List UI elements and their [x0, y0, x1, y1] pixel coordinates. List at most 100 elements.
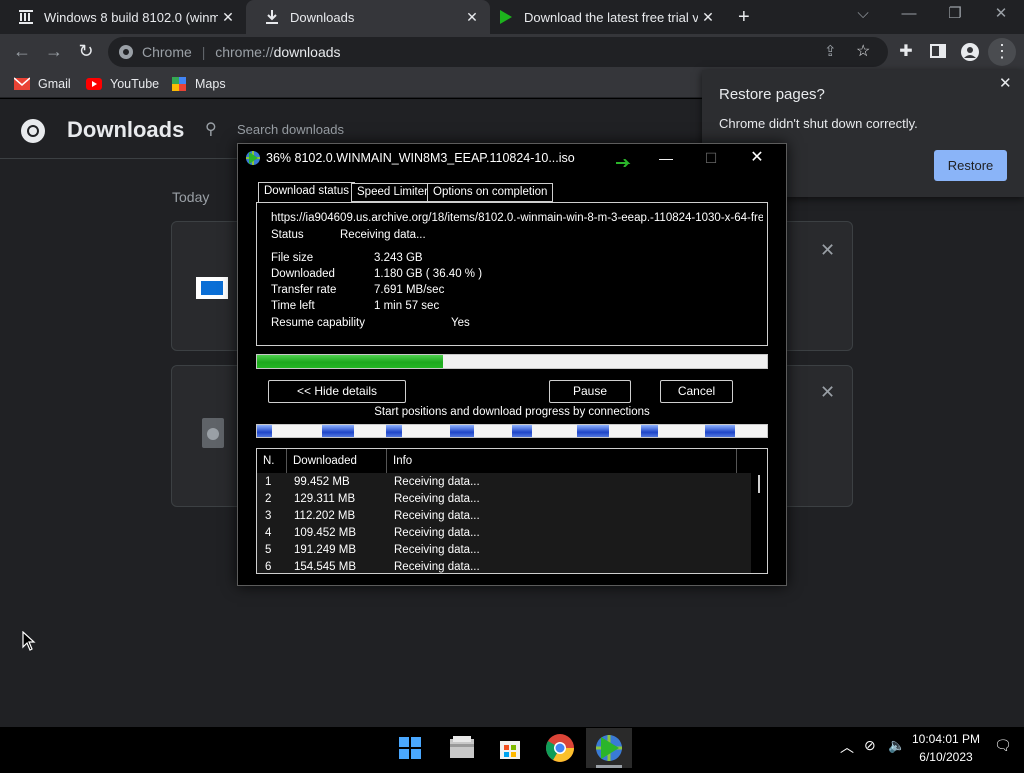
- vertical-scrollbar[interactable]: [751, 473, 767, 573]
- menu-icon[interactable]: ⋮: [988, 38, 1016, 66]
- progress-fill: [257, 355, 443, 368]
- cell-n: 4: [265, 527, 272, 539]
- close-icon[interactable]: ✕: [218, 9, 238, 26]
- file-explorer-icon[interactable]: [446, 732, 478, 764]
- remove-icon[interactable]: ✕: [820, 240, 835, 261]
- restore-button[interactable]: Restore: [934, 150, 1007, 181]
- cell-downloaded: 191.249 MB: [294, 544, 357, 556]
- tab-idm[interactable]: Download the latest free trial ver ✕: [480, 0, 726, 34]
- tab-archive[interactable]: Windows 8 build 8102.0 (winmain ✕: [0, 0, 246, 34]
- table-row[interactable]: 1 99.452 MB Receiving data...: [257, 474, 751, 491]
- clock-date[interactable]: 6/10/2023: [906, 750, 986, 764]
- cell-n: 6: [265, 561, 272, 573]
- cell-info: Receiving data...: [394, 493, 480, 505]
- resume-value: Yes: [451, 317, 470, 329]
- cell-downloaded: 154.545 MB: [294, 561, 357, 573]
- separator: |: [201, 44, 206, 60]
- table-row[interactable]: 5 191.249 MB Receiving data...: [257, 542, 751, 559]
- idm-icon: [498, 9, 514, 25]
- file-size-label: File size: [271, 252, 314, 264]
- column-header-downloaded[interactable]: Downloaded: [287, 449, 387, 473]
- network-icon[interactable]: ⊘: [864, 737, 876, 754]
- file-size-value: 3.243 GB: [374, 252, 423, 264]
- profile-icon[interactable]: [956, 38, 984, 66]
- close-icon[interactable]: ✕: [734, 144, 780, 173]
- connections-label: Start positions and download progress by…: [374, 406, 650, 418]
- connection-segment: [641, 425, 658, 437]
- download-progress-bar: [256, 354, 768, 369]
- bookmark-label: Maps: [195, 77, 226, 91]
- bookmark-star-icon[interactable]: ☆: [856, 41, 870, 61]
- side-panel-icon[interactable]: [924, 38, 952, 66]
- clock-time[interactable]: 10:04:01 PM: [906, 732, 986, 746]
- dialog-titlebar[interactable]: 36% 8102.0.WINMAIN_WIN8M3_EEAP.110824-10…: [238, 144, 786, 173]
- search-placeholder: Search downloads: [237, 122, 344, 137]
- volume-icon[interactable]: 🔈: [888, 737, 905, 754]
- table-row[interactable]: 6 154.545 MB Receiving data...: [257, 559, 751, 573]
- connection-segment: [450, 425, 474, 437]
- forward-icon[interactable]: →: [40, 38, 68, 66]
- bookmark-maps[interactable]: Maps: [171, 75, 226, 93]
- chrome-taskbar-icon[interactable]: [544, 732, 576, 764]
- extensions-icon[interactable]: ✚: [892, 38, 920, 66]
- minimize-icon[interactable]: —: [643, 144, 689, 173]
- scheme-label: Chrome: [142, 44, 192, 60]
- cell-downloaded: 99.452 MB: [294, 476, 350, 488]
- downloaded-value: 1.180 GB ( 36.40 % ): [374, 268, 483, 280]
- address-bar[interactable]: Chrome | chrome://downloads ⇪ ☆: [108, 37, 888, 67]
- bubble-message: Chrome didn't shut down correctly.: [719, 116, 918, 131]
- notifications-icon[interactable]: 🗨: [994, 737, 1012, 754]
- table-row[interactable]: 2 129.311 MB Receiving data...: [257, 491, 751, 508]
- column-header-info[interactable]: Info: [387, 449, 737, 473]
- table-row[interactable]: 4 109.452 MB Receiving data...: [257, 525, 751, 542]
- close-icon[interactable]: ✕: [698, 9, 718, 26]
- close-icon[interactable]: ✕: [999, 74, 1012, 92]
- cell-n: 2: [265, 493, 272, 505]
- url-text: Chrome | chrome://downloads: [142, 44, 341, 60]
- start-windows-icon[interactable]: [394, 732, 426, 764]
- search-icon: ⚲: [205, 121, 217, 138]
- idm-taskbar-icon[interactable]: [586, 728, 632, 768]
- download-icon: [264, 9, 280, 25]
- transfer-rate-label: Transfer rate: [271, 284, 337, 296]
- table-row[interactable]: 3 112.202 MB Receiving data...: [257, 508, 751, 525]
- cancel-button[interactable]: Cancel: [660, 380, 733, 403]
- url-host: downloads: [273, 44, 341, 60]
- idm-download-dialog: 36% 8102.0.WINMAIN_WIN8M3_EEAP.110824-10…: [237, 143, 787, 586]
- tab-downloads[interactable]: Downloads ✕: [246, 0, 490, 34]
- reload-icon[interactable]: ↻: [72, 38, 100, 66]
- column-header-n[interactable]: N.: [257, 449, 287, 473]
- idm-globe-icon: [246, 151, 260, 165]
- bookmark-gmail[interactable]: Gmail: [14, 75, 71, 93]
- transfer-rate-value: 7.691 MB/sec: [374, 284, 445, 296]
- minimize-icon[interactable]: —: [886, 0, 932, 30]
- bookmark-label: YouTube: [110, 77, 160, 91]
- tab-options-on-completion[interactable]: Options on completion: [427, 183, 554, 202]
- taskbar: ︿ ⊘ 🔈 10:04:01 PM 6/10/2023 🗨: [0, 728, 1024, 768]
- connection-segment: [386, 425, 402, 437]
- tab-title: Windows 8 build 8102.0 (winmain: [44, 9, 218, 25]
- back-icon[interactable]: ←: [8, 38, 36, 66]
- scrollbar-thumb[interactable]: [758, 475, 760, 493]
- tab-search-icon[interactable]: ⌵: [840, 0, 886, 30]
- hide-details-button[interactable]: << Hide details: [268, 380, 406, 403]
- tab-speed-limiter[interactable]: Speed Limiter: [351, 183, 434, 202]
- show-hidden-icons-icon[interactable]: ︿: [840, 737, 854, 757]
- new-tab-button[interactable]: +: [738, 6, 750, 29]
- pause-button[interactable]: Pause: [549, 380, 631, 403]
- close-icon[interactable]: ✕: [462, 9, 482, 26]
- tab-title: Downloads: [290, 9, 355, 25]
- mouse-cursor-icon: [22, 631, 36, 651]
- bubble-title: Restore pages?: [719, 86, 825, 103]
- cell-downloaded: 129.311 MB: [294, 493, 356, 505]
- microsoft-store-icon[interactable]: [494, 732, 526, 764]
- share-icon[interactable]: ⇪: [824, 42, 837, 60]
- tab-title: Download the latest free trial ver: [524, 9, 698, 25]
- restore-window-icon[interactable]: ❐: [932, 0, 978, 30]
- dialog-title: 36% 8102.0.WINMAIN_WIN8M3_EEAP.110824-10…: [266, 151, 575, 165]
- remove-icon[interactable]: ✕: [820, 382, 835, 403]
- close-window-icon[interactable]: ✕: [978, 0, 1024, 30]
- tab-download-status[interactable]: Download status: [258, 182, 356, 203]
- cell-info: Receiving data...: [394, 561, 480, 573]
- bookmark-youtube[interactable]: YouTube: [86, 75, 159, 93]
